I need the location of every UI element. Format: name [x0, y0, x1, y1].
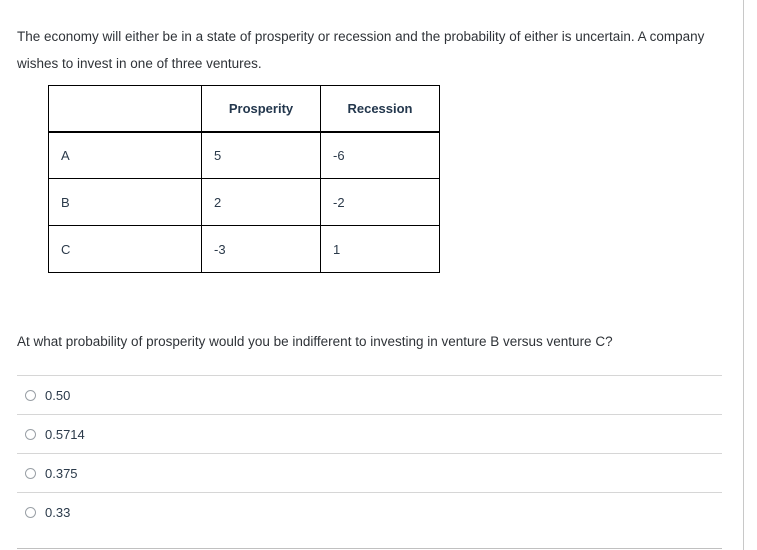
- question-stem: The economy will either be in a state of…: [17, 29, 705, 71]
- question-page: The economy will either be in a state of…: [0, 0, 757, 550]
- payoff-table-body: A 5 -6 B 2 -2 C -3 1: [48, 131, 440, 273]
- answer-option-4[interactable]: 0.33: [17, 492, 722, 531]
- table-cell-venture-c-prosperity: -3: [201, 225, 321, 273]
- table-corner-header: [48, 85, 202, 133]
- answer-option-label: 0.33: [45, 504, 71, 520]
- table-cell-venture-b-prosperity: 2: [201, 178, 321, 226]
- radio-button-icon[interactable]: [25, 428, 36, 440]
- payoff-table-head: Prosperity Recession: [48, 85, 440, 133]
- question-prompt: At what probability of prosperity would …: [17, 334, 613, 349]
- answer-option-1[interactable]: 0.50: [17, 375, 722, 414]
- answer-option-label: 0.375: [45, 465, 78, 481]
- radio-button-icon[interactable]: [25, 506, 36, 518]
- table-row: C -3 1: [48, 225, 440, 273]
- table-cell-venture-a-label: A: [48, 131, 202, 179]
- answer-option-label: 0.5714: [45, 426, 85, 442]
- radio-button-icon[interactable]: [25, 389, 36, 401]
- table-cell-venture-c-label: C: [48, 225, 202, 273]
- answer-options-list: 0.50 0.5714 0.375 0.33: [17, 375, 722, 549]
- table-cell-venture-b-label: B: [48, 178, 202, 226]
- table-header-prosperity: Prosperity: [201, 85, 321, 133]
- table-cell-venture-a-prosperity: 5: [201, 131, 321, 179]
- payoff-table: Prosperity Recession A 5 -6 B 2 -2 C -3 …: [48, 85, 440, 273]
- table-cell-venture-b-recession: -2: [320, 178, 440, 226]
- answer-option-3[interactable]: 0.375: [17, 453, 722, 492]
- table-row: A 5 -6: [48, 131, 440, 179]
- radio-button-icon[interactable]: [25, 467, 36, 479]
- answer-option-label: 0.50: [45, 387, 71, 403]
- table-header-row: Prosperity Recession: [48, 85, 440, 133]
- table-header-recession: Recession: [320, 85, 440, 133]
- answer-options-bottom-divider: [17, 548, 722, 549]
- table-cell-venture-c-recession: 1: [320, 225, 440, 273]
- answer-option-2[interactable]: 0.5714: [17, 414, 722, 453]
- table-row: B 2 -2: [48, 178, 440, 226]
- table-cell-venture-a-recession: -6: [320, 131, 440, 179]
- content-pane-right-rule: [743, 0, 744, 550]
